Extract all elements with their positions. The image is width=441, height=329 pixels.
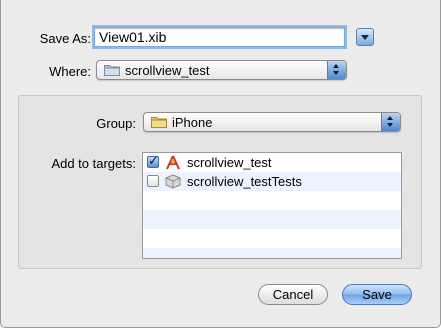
popup-arrows-icon <box>327 61 346 79</box>
target-name: scrollview_test <box>187 155 272 170</box>
folder-icon <box>151 117 167 128</box>
folder-icon <box>104 65 120 76</box>
expand-disclosure-button[interactable] <box>356 28 374 46</box>
save-sheet: Save As: View01.xib Where: scrollview_te… <box>0 0 441 328</box>
target-checkbox[interactable]: ✓ <box>147 153 159 168</box>
test-bundle-icon <box>165 174 181 189</box>
list-item[interactable]: ✓ scrollview_test <box>143 153 401 172</box>
where-popup[interactable]: scrollview_test <box>96 60 347 80</box>
list-empty-row <box>143 210 401 229</box>
where-label: Where: <box>49 64 91 79</box>
save-button[interactable]: Save <box>342 284 412 305</box>
list-empty-row <box>143 229 401 248</box>
targets-list[interactable]: ✓ scrollview_test scrollview_testTests <box>142 152 402 259</box>
list-empty-row <box>143 248 401 258</box>
popup-arrows-icon <box>381 113 400 131</box>
filename-field[interactable]: View01.xib <box>94 27 345 47</box>
app-target-icon <box>166 155 180 170</box>
group-label: Group: <box>96 116 136 131</box>
group-value: iPhone <box>172 115 213 130</box>
list-item[interactable]: scrollview_testTests <box>143 172 401 191</box>
list-empty-row <box>143 191 401 210</box>
group-popup[interactable]: iPhone <box>143 112 401 132</box>
triangle-down-icon <box>361 35 369 40</box>
target-name: scrollview_testTests <box>187 174 302 189</box>
cancel-button[interactable]: Cancel <box>258 284 328 305</box>
targets-label: Add to targets: <box>51 156 136 171</box>
where-value: scrollview_test <box>125 63 210 78</box>
save-as-label: Save As: <box>39 31 91 46</box>
target-checkbox[interactable] <box>147 175 159 187</box>
